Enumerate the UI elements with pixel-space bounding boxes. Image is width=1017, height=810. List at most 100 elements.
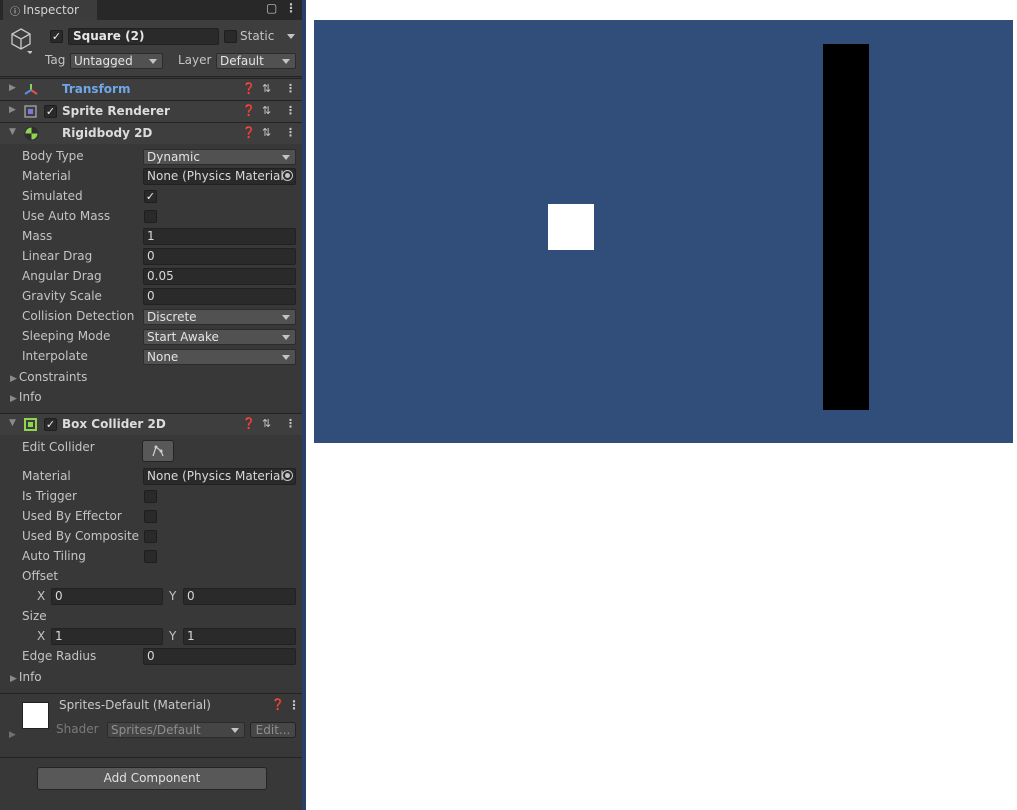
auto-tiling-label: Auto Tiling bbox=[22, 549, 86, 563]
check-icon: ✓ bbox=[45, 105, 56, 118]
sleeping-mode-label: Sleeping Mode bbox=[22, 329, 111, 343]
foldout-collapsed-icon[interactable]: ▶ bbox=[9, 105, 16, 115]
component-rigidbody-2d[interactable]: ▼ Rigidbody 2D ❓ ⇅ ⋮ bbox=[0, 122, 302, 144]
size-y-field[interactable]: 1 bbox=[183, 628, 296, 645]
foldout-expanded-icon[interactable]: ▼ bbox=[9, 127, 16, 137]
component-menu-icon[interactable]: ⋮ bbox=[285, 126, 296, 139]
check-icon: ✓ bbox=[145, 190, 156, 203]
square-sprite[interactable] bbox=[548, 204, 594, 250]
gameobject-cube-icon bbox=[11, 28, 32, 54]
material-preview-swatch[interactable] bbox=[22, 702, 49, 729]
component-transform[interactable]: ▶ Transform ❓ ⇅ ⋮ bbox=[0, 78, 302, 100]
help-icon[interactable]: ❓ bbox=[271, 698, 285, 711]
edit-collider-button[interactable] bbox=[142, 440, 174, 462]
sprite-renderer-enabled-checkbox[interactable]: ✓ bbox=[44, 105, 57, 118]
offset-x-field[interactable]: 0 bbox=[51, 588, 163, 605]
tab-menu-icon[interactable]: ⋮ bbox=[285, 1, 297, 15]
shader-dropdown[interactable]: Sprites/Default bbox=[107, 722, 245, 738]
presets-icon[interactable]: ⇅ bbox=[262, 126, 271, 139]
gravity-scale-field[interactable]: 0 bbox=[143, 288, 296, 305]
collision-detection-label: Collision Detection bbox=[22, 309, 135, 323]
rb-material-field[interactable]: None (Physics Material bbox=[143, 168, 296, 185]
offset-y-field[interactable]: 0 bbox=[183, 588, 296, 605]
material-menu-icon[interactable]: ⋮ bbox=[288, 698, 300, 712]
help-icon[interactable]: ❓ bbox=[242, 417, 256, 430]
mass-field[interactable]: 1 bbox=[143, 228, 296, 245]
foldout-expanded-icon[interactable]: ▼ bbox=[9, 418, 16, 428]
tab-inspector[interactable]: ⓘ Inspector bbox=[3, 0, 97, 20]
edge-radius-label: Edge Radius bbox=[22, 649, 97, 663]
use-auto-mass-checkbox[interactable] bbox=[144, 210, 157, 223]
bc-material-field[interactable]: None (Physics Material bbox=[143, 468, 296, 485]
box-collider-enabled-checkbox[interactable]: ✓ bbox=[44, 418, 57, 431]
check-icon: ✓ bbox=[51, 30, 62, 43]
component-sprite-renderer[interactable]: ▶ ✓ Sprite Renderer ❓ ⇅ ⋮ bbox=[0, 100, 302, 122]
component-menu-icon[interactable]: ⋮ bbox=[285, 417, 296, 430]
offset-x-label: X bbox=[37, 589, 46, 603]
tag-dropdown[interactable]: Untagged bbox=[70, 53, 163, 69]
gameobject-name-field[interactable]: Square (2) bbox=[68, 28, 219, 45]
used-by-composite-label: Used By Composite bbox=[22, 529, 140, 543]
panel-separator bbox=[302, 0, 306, 810]
angular-drag-field[interactable]: 0.05 bbox=[143, 268, 296, 285]
constraints-label: Constraints bbox=[18, 370, 88, 384]
body-type-dropdown[interactable]: Dynamic bbox=[143, 149, 296, 165]
bc-material-label: Material bbox=[22, 469, 71, 483]
constraints-foldout[interactable]: ▶ Constraints bbox=[10, 370, 87, 384]
transform-title: Transform bbox=[62, 82, 131, 96]
layer-label: Layer bbox=[178, 53, 212, 67]
component-menu-icon[interactable]: ⋮ bbox=[285, 82, 296, 95]
used-by-composite-checkbox[interactable] bbox=[144, 530, 157, 543]
shader-edit-button[interactable]: Edit... bbox=[250, 722, 296, 738]
object-picker-icon[interactable] bbox=[282, 470, 293, 481]
help-icon[interactable]: ❓ bbox=[242, 82, 256, 95]
simulated-checkbox[interactable]: ✓ bbox=[144, 190, 157, 203]
object-picker-icon[interactable] bbox=[282, 170, 293, 181]
is-trigger-label: Is Trigger bbox=[22, 489, 77, 503]
angular-drag-label: Angular Drag bbox=[22, 269, 102, 283]
presets-icon[interactable]: ⇅ bbox=[262, 104, 271, 117]
game-view[interactable] bbox=[314, 20, 1013, 443]
foldout-collapsed-icon: ▶ bbox=[10, 674, 17, 684]
presets-icon[interactable]: ⇅ bbox=[262, 82, 271, 95]
gravity-scale-label: Gravity Scale bbox=[22, 289, 102, 303]
material-foldout-icon[interactable]: ▶ bbox=[9, 730, 16, 740]
foldout-collapsed-icon[interactable]: ▶ bbox=[9, 83, 16, 93]
tab-inspector-label: Inspector bbox=[23, 3, 79, 17]
check-icon: ✓ bbox=[45, 418, 56, 431]
component-menu-icon[interactable]: ⋮ bbox=[285, 104, 296, 117]
auto-tiling-checkbox[interactable] bbox=[144, 550, 157, 563]
mass-label: Mass bbox=[22, 229, 53, 243]
linear-drag-field[interactable]: 0 bbox=[143, 248, 296, 265]
sprite-renderer-icon bbox=[24, 105, 37, 118]
collision-detection-dropdown[interactable]: Discrete bbox=[143, 309, 296, 325]
bc-info-foldout[interactable]: ▶ Info bbox=[10, 670, 42, 684]
interpolate-dropdown[interactable]: None bbox=[143, 349, 296, 365]
static-dropdown-icon[interactable] bbox=[287, 34, 295, 39]
layer-dropdown[interactable]: Default bbox=[216, 53, 296, 69]
wall-sprite[interactable] bbox=[823, 44, 869, 410]
used-by-effector-checkbox[interactable] bbox=[144, 510, 157, 523]
size-x-field[interactable]: 1 bbox=[51, 628, 163, 645]
foldout-collapsed-icon: ▶ bbox=[10, 374, 17, 384]
help-icon[interactable]: ❓ bbox=[242, 126, 256, 139]
lock-icon[interactable]: ▢ bbox=[266, 1, 277, 15]
edit-collider-label: Edit Collider bbox=[22, 440, 95, 454]
transform-icon bbox=[24, 84, 38, 95]
linear-drag-label: Linear Drag bbox=[22, 249, 93, 263]
is-trigger-checkbox[interactable] bbox=[144, 490, 157, 503]
static-checkbox[interactable] bbox=[224, 30, 237, 43]
gameobject-active-checkbox[interactable]: ✓ bbox=[50, 30, 63, 43]
rb-info-foldout[interactable]: ▶ Info bbox=[10, 390, 42, 404]
divider bbox=[0, 757, 302, 758]
help-icon[interactable]: ❓ bbox=[242, 104, 256, 117]
tab-bar: ⓘ Inspector ▢ ⋮ bbox=[0, 0, 302, 20]
bc-info-label: Info bbox=[18, 670, 42, 684]
size-x-label: X bbox=[37, 629, 46, 643]
sleeping-mode-dropdown[interactable]: Start Awake bbox=[143, 329, 296, 345]
add-component-button[interactable]: Add Component bbox=[37, 767, 267, 790]
presets-icon[interactable]: ⇅ bbox=[262, 417, 271, 430]
edge-radius-field[interactable]: 0 bbox=[143, 648, 296, 665]
component-box-collider-2d[interactable]: ▼ ✓ Box Collider 2D ❓ ⇅ ⋮ bbox=[0, 413, 302, 435]
rigidbody-title: Rigidbody 2D bbox=[62, 126, 153, 140]
